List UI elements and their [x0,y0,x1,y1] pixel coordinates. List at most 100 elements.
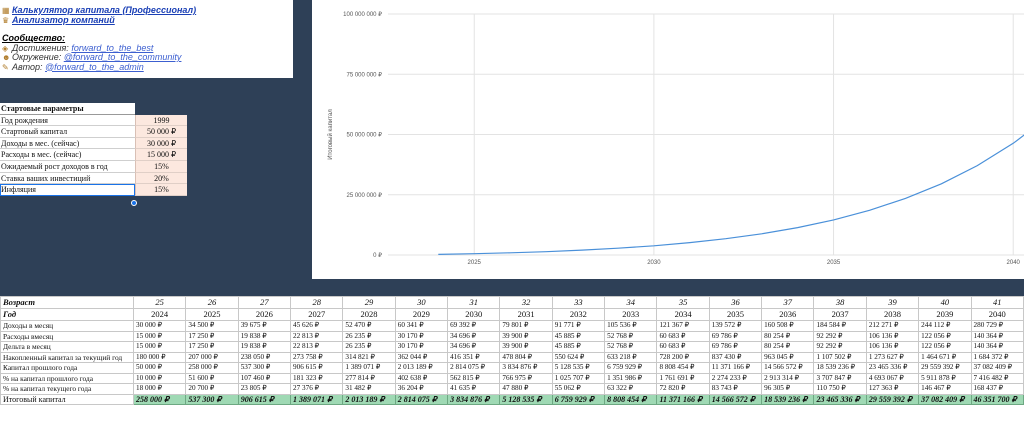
table-cell[interactable]: 1 107 502 ₽ [813,351,867,363]
table-cell[interactable]: 181 323 ₽ [290,372,344,384]
table-cell[interactable]: 52 768 ₽ [604,341,658,353]
table-cell[interactable]: 244 112 ₽ [918,320,972,332]
table-cell[interactable]: 30 000 ₽ [132,320,187,332]
table-cell[interactable]: 37 082 409 ₽ [918,393,972,405]
table-cell[interactable]: 41 [970,296,1024,309]
table-cell[interactable]: 63 322 ₽ [604,383,658,395]
table-cell[interactable]: 2 013 189 ₽ [342,393,396,405]
table-cell[interactable]: 26 [185,296,239,309]
table-cell[interactable]: 40 [918,296,972,309]
table-cell[interactable]: 2026 [237,308,292,321]
table-cell[interactable]: 906 615 ₽ [237,393,292,405]
table-cell[interactable]: 127 363 ₽ [865,383,920,395]
table-cell[interactable]: 5 128 535 ₽ [551,362,606,374]
table-cell[interactable]: 105 536 ₽ [604,320,658,332]
table-cell[interactable]: 562 815 ₽ [447,372,501,384]
table-cell[interactable]: 277 814 ₽ [342,372,396,384]
table-cell[interactable]: 1 273 627 ₽ [865,351,920,363]
table-cell[interactable]: 258 000 ₽ [132,393,187,405]
param-value-cell[interactable]: 15% [135,160,187,173]
table-cell[interactable]: 8 808 454 ₽ [604,393,658,405]
table-cell[interactable]: 184 584 ₽ [813,320,867,332]
table-cell[interactable]: 32 [499,296,553,309]
table-cell[interactable]: 38 [813,296,867,309]
table-cell[interactable]: 31 482 ₽ [342,383,396,395]
table-cell[interactable]: 34 [604,296,658,309]
table-cell[interactable]: 537 300 ₽ [237,362,292,374]
param-value-cell[interactable]: 50 000 ₽ [135,126,187,138]
table-cell[interactable]: 37 082 409 ₽ [970,362,1024,374]
table-cell[interactable]: 2 274 233 ₽ [708,372,763,384]
table-cell[interactable]: 15 000 ₽ [132,341,187,353]
table-cell[interactable]: 96 305 ₽ [761,383,815,395]
table-cell[interactable]: 2040 [970,308,1024,321]
table-cell[interactable]: 33 [551,296,606,309]
table-cell[interactable]: 11 371 166 ₽ [656,393,710,405]
table-cell[interactable]: 69 392 ₽ [447,320,501,332]
table-cell[interactable]: 29 559 392 ₽ [918,362,972,374]
table-cell[interactable]: 52 470 ₽ [342,320,396,332]
table-cell[interactable]: 2037 [813,308,867,321]
table-cell[interactable]: 2036 [761,308,815,321]
selection-handle[interactable] [131,200,137,206]
table-cell[interactable]: 1 684 372 ₽ [970,351,1024,363]
param-value-cell[interactable]: 20% [135,172,187,185]
table-cell[interactable]: 19 838 ₽ [237,330,292,342]
table-cell[interactable]: 30 170 ₽ [394,330,449,342]
table-cell[interactable]: 121 367 ₽ [656,320,710,332]
table-cell[interactable]: 2030 [447,308,501,321]
table-cell[interactable]: 106 136 ₽ [865,341,920,353]
table-cell[interactable]: 2033 [604,308,658,321]
table-cell[interactable]: 83 743 ₽ [708,383,763,395]
table-cell[interactable]: 837 430 ₽ [708,351,763,363]
table-cell[interactable]: 10 000 ₽ [132,372,187,384]
table-cell[interactable]: 1 464 671 ₽ [918,351,972,363]
table-cell[interactable]: 18 000 ₽ [132,383,187,395]
table-cell[interactable]: 28 [290,296,344,309]
table-cell[interactable]: 7 416 482 ₽ [970,372,1024,384]
param-label-selected[interactable]: Инфляция [0,184,135,196]
table-cell[interactable]: 2032 [551,308,606,321]
table-cell[interactable]: 23 805 ₽ [237,383,292,395]
table-cell[interactable]: 963 045 ₽ [761,351,815,363]
table-cell[interactable]: 1 025 707 ₽ [551,372,606,384]
table-cell[interactable]: 1 389 071 ₽ [290,393,344,405]
table-cell[interactable]: 29 [342,296,396,309]
table-cell[interactable]: 46 351 700 ₽ [970,393,1024,405]
table-cell[interactable]: 2039 [918,308,972,321]
table-cell[interactable]: 1 351 986 ₽ [604,372,658,384]
table-cell[interactable]: 550 624 ₽ [551,351,606,363]
table-cell[interactable]: 20 700 ₽ [185,383,239,395]
table-cell[interactable]: 23 465 336 ₽ [813,393,867,405]
param-value-cell[interactable]: 30 000 ₽ [135,137,187,150]
table-cell[interactable]: 362 044 ₽ [394,351,449,363]
table-cell[interactable]: 39 [865,296,920,309]
table-cell[interactable]: 122 056 ₽ [918,341,972,353]
table-cell[interactable]: 2024 [132,308,187,321]
table-cell[interactable]: 14 566 572 ₽ [708,393,763,405]
table-cell[interactable]: 1 389 071 ₽ [342,362,396,374]
table-cell[interactable]: 766 975 ₽ [499,372,553,384]
table-cell[interactable]: 140 364 ₽ [970,330,1024,342]
table-cell[interactable]: 80 254 ₽ [761,341,815,353]
table-cell[interactable]: 2029 [394,308,449,321]
param-value-cell[interactable]: 1999 [135,114,187,127]
table-cell[interactable]: 2 013 189 ₽ [394,362,449,374]
table-cell[interactable]: 69 786 ₽ [708,330,763,342]
table-cell[interactable]: 2 814 075 ₽ [394,393,449,405]
table-cell[interactable]: 39 900 ₽ [499,330,553,342]
table-cell[interactable]: 26 235 ₽ [342,341,396,353]
table-cell[interactable]: 17 250 ₽ [185,341,239,353]
table-cell[interactable]: 30 170 ₽ [394,341,449,353]
table-cell[interactable]: 238 050 ₽ [237,351,292,363]
table-cell[interactable]: 478 804 ₽ [499,351,553,363]
table-cell[interactable]: 60 683 ₽ [656,330,710,342]
author-link[interactable]: @forward_to_the_admin [45,62,144,73]
table-cell[interactable]: 27 376 ₽ [290,383,344,395]
table-cell[interactable]: 537 300 ₽ [185,393,239,405]
table-cell[interactable]: 122 056 ₽ [918,330,972,342]
table-cell[interactable]: 19 838 ₽ [237,341,292,353]
table-cell[interactable]: 17 250 ₽ [185,330,239,342]
table-cell[interactable]: 906 615 ₽ [290,362,344,374]
table-cell[interactable]: 39 675 ₽ [237,320,292,332]
